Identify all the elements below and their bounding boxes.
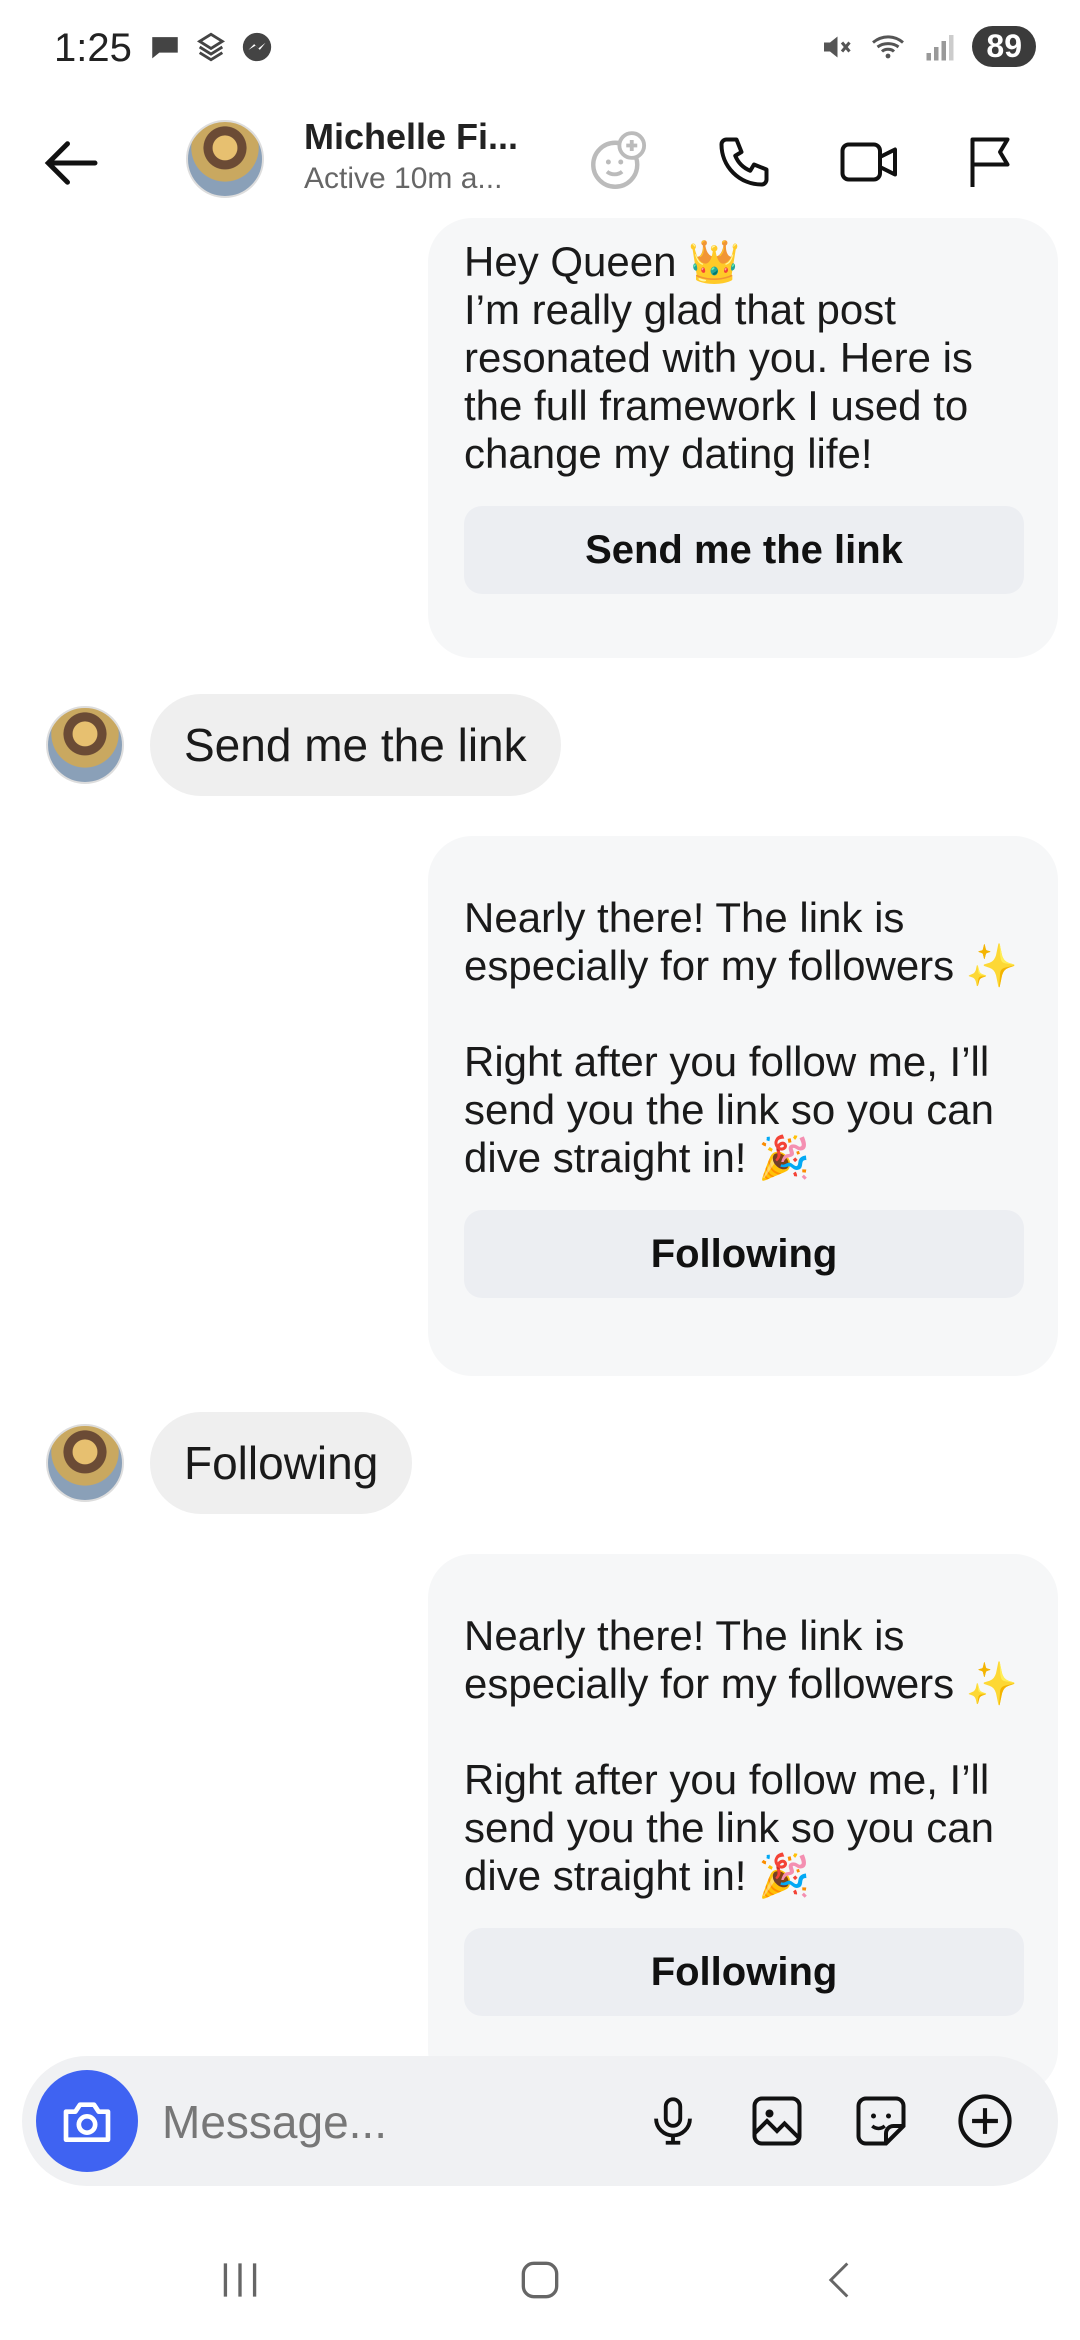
recent-apps-button[interactable] [200,2250,280,2310]
stack-app-icon [196,32,226,62]
message-text: Hey Queen 👑 I’m really glad that post re… [464,238,973,477]
message-composer [22,2056,1058,2186]
back-arrow-icon[interactable] [40,130,106,196]
active-status: Active 10m a... [304,162,503,195]
wifi-icon [872,34,905,58]
contact-name[interactable]: Michelle Fi... [304,116,518,158]
status-time: 1:25 [54,26,132,70]
flag-icon [970,137,1010,187]
following-button[interactable]: Following [464,1210,1024,1298]
add-avatar-sticker-button[interactable] [582,126,654,198]
video-call-button[interactable] [834,126,906,198]
back-button[interactable] [800,2250,880,2310]
message-bubble-outgoing: Nearly there! The link is especially for… [428,1554,1058,2094]
message-row-incoming: Following [46,1412,413,1514]
signal-icon [926,34,954,60]
message-input[interactable] [160,2086,644,2158]
message-text: Nearly there! The link is especially for… [464,1612,1019,1899]
home-icon [521,2261,559,2299]
status-bar: 1:25 89 [0,0,1080,100]
plus-circle-icon [958,2094,1012,2148]
notification-icons [148,30,274,64]
battery-level: 89 [972,26,1036,67]
more-options-button[interactable] [950,2086,1020,2156]
recent-apps-icon [223,2263,257,2297]
image-icon [752,2096,802,2146]
call-button[interactable] [708,126,780,198]
message-text: Nearly there! The link is especially for… [464,894,1019,1181]
message-bubble-outgoing: Hey Queen 👑 I’m really glad that post re… [428,218,1058,658]
sticker-button[interactable] [846,2086,916,2156]
message-bubble-incoming: Following [150,1412,413,1514]
report-button[interactable] [954,126,1026,198]
chat-bubble-icon [152,37,178,59]
message-bubble-incoming: Send me the link [150,694,561,796]
gallery-button[interactable] [742,2086,812,2156]
avatar[interactable] [186,120,264,198]
system-nav-bar [0,2210,1080,2340]
camera-button[interactable] [36,2070,138,2172]
mute-icon [824,36,852,57]
avatar[interactable] [46,1424,124,1502]
chat-header: Michelle Fi... Active 10m a... [0,100,1080,230]
message-bubble-outgoing: Nearly there! The link is especially for… [428,836,1058,1376]
microphone-icon [654,2097,692,2145]
voice-message-button[interactable] [638,2086,708,2156]
following-button[interactable]: Following [464,1928,1024,2016]
phone-icon [719,137,769,187]
home-button[interactable] [500,2250,580,2310]
messenger-icon [242,32,272,62]
video-camera-icon [840,142,897,182]
sticker-icon [856,2096,906,2146]
avatar[interactable] [46,706,124,784]
send-link-button[interactable]: Send me the link [464,506,1024,594]
camera-icon [63,2102,111,2142]
back-chevron-icon [828,2262,849,2298]
message-row-incoming: Send me the link [46,694,561,796]
avatar-plus-icon [591,131,647,189]
